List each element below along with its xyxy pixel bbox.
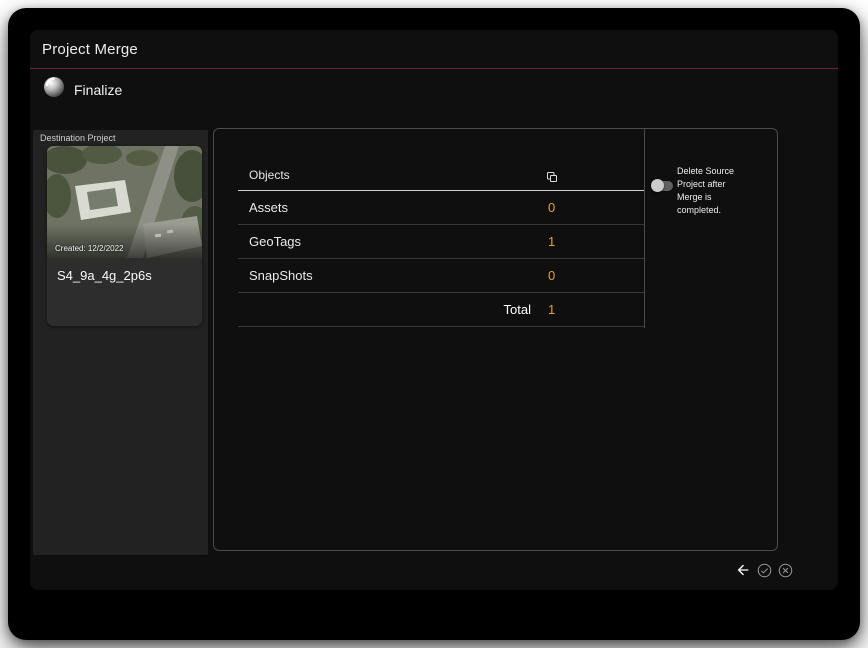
row-label: SnapShots — [249, 268, 313, 283]
row-label: GeoTags — [249, 234, 302, 249]
back-arrow-icon — [735, 564, 751, 581]
back-button[interactable] — [734, 561, 752, 579]
table-row: GeoTags 1 — [238, 225, 644, 259]
project-thumbnail: Created: 12/2/2022 — [47, 146, 202, 258]
toggle-knob — [651, 179, 664, 192]
total-row: Total 1 — [238, 293, 644, 327]
objects-table: Objects Assets 0 GeoTags 1 SnapShots 0 T… — [238, 129, 644, 327]
dialog-footer — [734, 561, 794, 579]
project-name: S4_9a_4g_2p6s — [57, 268, 152, 283]
table-header: Objects — [238, 129, 644, 191]
destination-panel: Destination Project Created: 12/2/2022 S… — [33, 130, 208, 555]
delete-source-toggle[interactable] — [651, 179, 674, 193]
finalize-step-label: Finalize — [74, 81, 123, 98]
check-circle-icon — [757, 563, 772, 581]
table-divider — [644, 129, 645, 328]
destination-section-label: Destination Project — [40, 133, 116, 143]
finalize-step[interactable]: Finalize — [43, 76, 122, 103]
table-row: Assets 0 — [238, 191, 644, 225]
table-row: SnapShots 0 — [238, 259, 644, 293]
total-label: Total — [503, 302, 531, 317]
delete-source-label: Delete Source Project after Merge is com… — [677, 166, 735, 215]
created-date-label: Created: 12/2/2022 — [55, 244, 124, 253]
cancel-button[interactable] — [777, 562, 794, 579]
row-value: 0 — [548, 200, 556, 215]
confirm-button[interactable] — [756, 562, 773, 579]
header-divider — [30, 68, 838, 69]
row-value: 0 — [548, 268, 556, 283]
objects-column-header: Objects — [249, 168, 290, 182]
destination-project-card[interactable]: Created: 12/2/2022 S4_9a_4g_2p6s — [47, 146, 202, 326]
dialog-title: Project Merge — [42, 41, 138, 58]
total-value: 1 — [548, 302, 556, 317]
merge-summary-panel: Objects Assets 0 GeoTags 1 SnapShots 0 T… — [213, 128, 778, 551]
count-icon — [546, 171, 558, 183]
row-value: 1 — [548, 234, 556, 249]
close-circle-icon — [778, 563, 793, 581]
row-label: Assets — [249, 200, 289, 215]
orb-icon — [43, 76, 65, 103]
project-merge-dialog: Project Merge Finalize Destination Proje… — [30, 30, 838, 590]
app-window: Project Merge Finalize Destination Proje… — [8, 8, 860, 640]
